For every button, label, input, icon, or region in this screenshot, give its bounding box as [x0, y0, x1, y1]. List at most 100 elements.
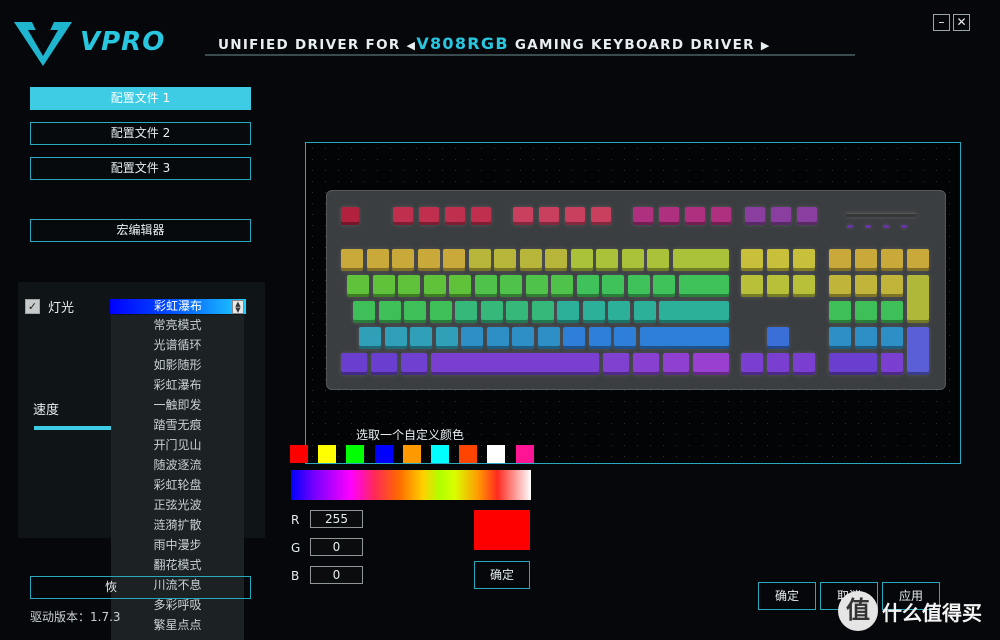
keyboard-key	[551, 275, 573, 297]
profile-1-button[interactable]: 配置文件 1	[30, 87, 251, 110]
macro-editor-button[interactable]: 宏编辑器	[30, 219, 251, 242]
color-swatch[interactable]	[431, 445, 449, 463]
keyboard-key	[366, 249, 389, 271]
keyboard-key	[506, 301, 528, 323]
color-spectrum[interactable]	[291, 470, 531, 500]
profile-3-button[interactable]: 配置文件 3	[30, 157, 251, 180]
profile-2-button[interactable]: 配置文件 2	[30, 122, 251, 145]
color-swatch[interactable]	[402, 445, 421, 463]
keyboard-key	[881, 275, 903, 297]
right-arrow-icon: ▶	[760, 39, 771, 52]
light-mode-select[interactable]: 彩虹瀑布 ▲ ▼	[110, 299, 246, 314]
mode-option[interactable]: 繁星点点	[111, 615, 244, 635]
keyboard-key	[829, 327, 851, 349]
driver-version: 驱动版本：1.7.3	[30, 610, 121, 624]
minimize-button[interactable]: –	[933, 14, 950, 31]
keyboard-key	[672, 249, 729, 271]
color-swatch[interactable]	[290, 445, 308, 463]
keyboard-key	[608, 301, 630, 323]
mode-option[interactable]: 彩虹轮盘	[111, 475, 244, 495]
keyboard-key	[537, 327, 560, 349]
keyboard-key	[461, 327, 483, 349]
keyboard-key	[881, 249, 903, 271]
mode-option[interactable]: 光谱循环	[111, 335, 244, 355]
color-swatch[interactable]	[318, 445, 337, 463]
mode-option[interactable]: 如影随形	[111, 355, 244, 375]
keyboard-key	[468, 249, 491, 271]
spinner-arrows-icon[interactable]: ▲ ▼	[232, 300, 244, 314]
light-checkbox[interactable]: ✓	[25, 299, 40, 314]
title-prefix: UNIFIED DRIVER FOR	[218, 37, 401, 53]
mode-option[interactable]: 开门见山	[111, 435, 244, 455]
keyboard-key	[678, 275, 729, 297]
keyboard-key	[621, 249, 644, 271]
site-watermark: 值 什么值得买	[838, 591, 998, 637]
mode-option[interactable]: 翻花模式	[111, 555, 244, 575]
keyboard-key	[793, 249, 815, 271]
keyboard-key	[627, 275, 650, 297]
keyboard-key	[455, 301, 477, 323]
keyboard-key	[347, 275, 369, 297]
restore-defaults-button[interactable]: 恢	[30, 576, 251, 599]
selected-mode: 彩虹瀑布	[153, 299, 202, 313]
keyboard-key	[855, 275, 877, 297]
mode-option[interactable]: 随波逐流	[111, 455, 244, 475]
mode-option[interactable]: 雨中漫步	[111, 535, 244, 555]
keyboard-key	[767, 249, 789, 271]
close-button[interactable]: ✕	[953, 14, 970, 31]
keyboard-key	[398, 275, 420, 297]
watermark-logo-icon: 值	[838, 591, 878, 631]
keyboard-key	[907, 275, 929, 323]
mode-option[interactable]: 一触即发	[111, 395, 244, 415]
keyboard-key	[907, 249, 929, 271]
keyboard-key	[431, 353, 599, 375]
keyboard-key	[829, 353, 877, 375]
keyboard-key	[341, 207, 359, 225]
keyboard-key	[576, 275, 599, 297]
r-input[interactable]: 255	[310, 510, 363, 528]
keyboard-key	[449, 275, 471, 297]
mode-option[interactable]: 踏雪无痕	[111, 415, 244, 435]
keyboard-key	[767, 327, 789, 349]
keyboard-key	[531, 301, 554, 323]
speed-slider[interactable]	[34, 426, 114, 430]
color-swatch[interactable]	[346, 445, 365, 463]
watermark-text: 什么值得买	[882, 601, 982, 625]
keyboard-key	[410, 327, 432, 349]
keyboard-key	[771, 207, 791, 225]
keyboard-key	[557, 301, 579, 323]
speed-label: 速度	[33, 403, 60, 418]
color-picker-title: 选取一个自定义颜色	[356, 428, 465, 442]
keyboard-key	[429, 301, 452, 323]
keyboard-key	[647, 249, 669, 271]
keyboard-key	[480, 301, 503, 323]
color-confirm-button[interactable]: 确定	[474, 561, 530, 589]
keyboard-key	[659, 207, 679, 225]
keyboard-key	[539, 207, 559, 225]
color-swatch[interactable]	[459, 445, 478, 463]
keyboard-image	[326, 190, 946, 390]
ok-button[interactable]: 确定	[758, 582, 816, 610]
light-label: 灯光	[48, 301, 75, 316]
keyboard-key	[883, 225, 889, 228]
b-input[interactable]: 0	[310, 566, 363, 584]
keyboard-key	[393, 207, 413, 225]
keyboard-key	[829, 275, 851, 297]
mode-option[interactable]: 彩虹瀑布	[111, 375, 244, 395]
title-suffix: GAMING KEYBOARD DRIVER	[514, 37, 755, 53]
keyboard-key	[767, 275, 789, 297]
keyboard-key	[359, 327, 381, 349]
keyboard-key	[693, 353, 729, 375]
mode-option[interactable]: 常亮模式	[111, 315, 244, 335]
keyboard-key	[614, 327, 636, 349]
keyboard-key	[685, 207, 705, 225]
color-swatch[interactable]	[487, 445, 506, 463]
g-input[interactable]: 0	[310, 538, 363, 556]
keyboard-key	[384, 327, 407, 349]
mode-option[interactable]: 正弦光波	[111, 495, 244, 515]
color-swatch[interactable]	[374, 445, 393, 463]
g-label: G	[291, 541, 301, 555]
keyboard-key	[392, 249, 414, 271]
mode-option[interactable]: 涟漪扩散	[111, 515, 244, 535]
color-swatch[interactable]	[515, 445, 534, 463]
